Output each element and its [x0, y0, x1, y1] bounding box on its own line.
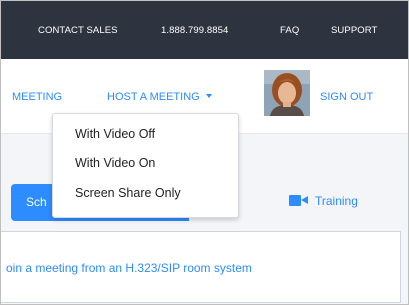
join-room-system-link[interactable]: oin a meeting from an H.323/SIP room sys…: [6, 261, 252, 275]
host-a-meeting-label: HOST A MEETING: [107, 91, 200, 103]
training-link[interactable]: Training: [289, 194, 358, 208]
contact-sales-link[interactable]: CONTACT SALES: [38, 25, 118, 36]
host-a-meeting-dropdown[interactable]: HOST A MEETING: [107, 91, 212, 103]
menu-item-video-off[interactable]: With Video Off: [75, 127, 155, 141]
sign-out-link[interactable]: SIGN OUT: [320, 91, 373, 103]
schedule-button-label: Sch: [26, 195, 47, 209]
phone-number-link[interactable]: 1.888.799.8854: [161, 25, 228, 36]
faq-link[interactable]: FAQ: [280, 25, 299, 36]
nav-meeting-link[interactable]: MEETING: [12, 91, 62, 103]
avatar-image: [264, 70, 310, 116]
top-bar: CONTACT SALES 1.888.799.8854 FAQ SUPPORT: [1, 1, 408, 59]
training-label: Training: [315, 194, 358, 208]
user-avatar[interactable]: [264, 70, 310, 116]
chevron-down-icon: [205, 94, 212, 99]
page-frame: CONTACT SALES 1.888.799.8854 FAQ SUPPORT…: [0, 0, 409, 305]
video-camera-icon: [289, 195, 308, 206]
menu-item-screen-share-only[interactable]: Screen Share Only: [75, 186, 181, 200]
menu-item-video-on[interactable]: With Video On: [75, 156, 155, 170]
support-link[interactable]: SUPPORT: [331, 25, 377, 36]
host-meeting-menu: With Video Off With Video On Screen Shar…: [52, 113, 239, 218]
join-room-system-box[interactable]: oin a meeting from an H.323/SIP room sys…: [1, 231, 401, 303]
